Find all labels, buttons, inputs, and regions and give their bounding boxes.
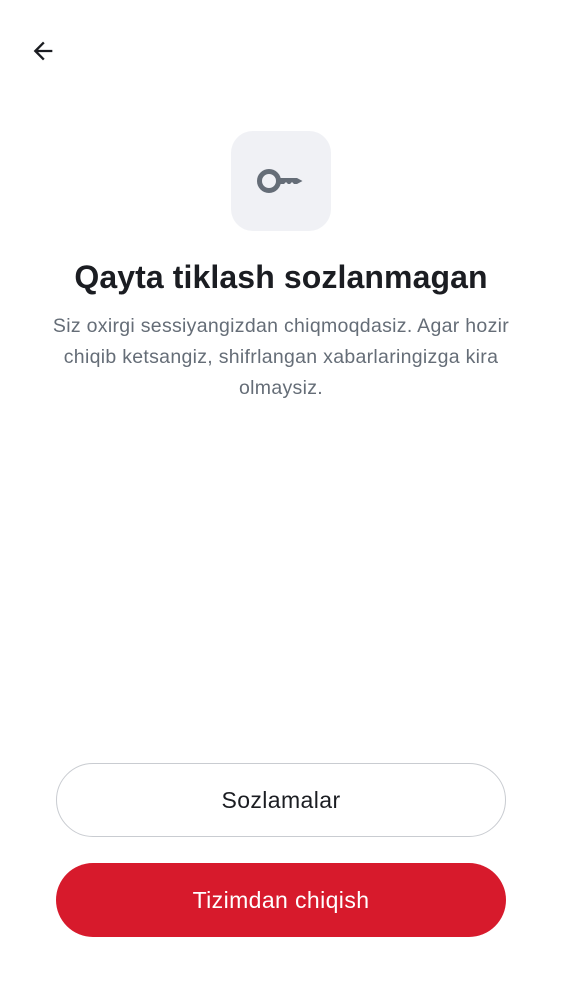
key-icon-tile bbox=[231, 131, 331, 231]
arrow-left-icon bbox=[29, 37, 57, 65]
page-title: Qayta tiklash sozlanmagan bbox=[74, 259, 488, 295]
logout-button-label: Tizimdan chiqish bbox=[192, 886, 370, 913]
back-button[interactable] bbox=[22, 30, 64, 72]
settings-button[interactable]: Sozlamalar bbox=[56, 763, 506, 837]
logout-button[interactable]: Tizimdan chiqish bbox=[56, 863, 506, 937]
description-text: Siz oxirgi sessiyangizdan chiqmoqdasiz. … bbox=[52, 315, 510, 399]
key-icon bbox=[257, 168, 305, 194]
settings-button-label: Sozlamalar bbox=[221, 786, 341, 813]
